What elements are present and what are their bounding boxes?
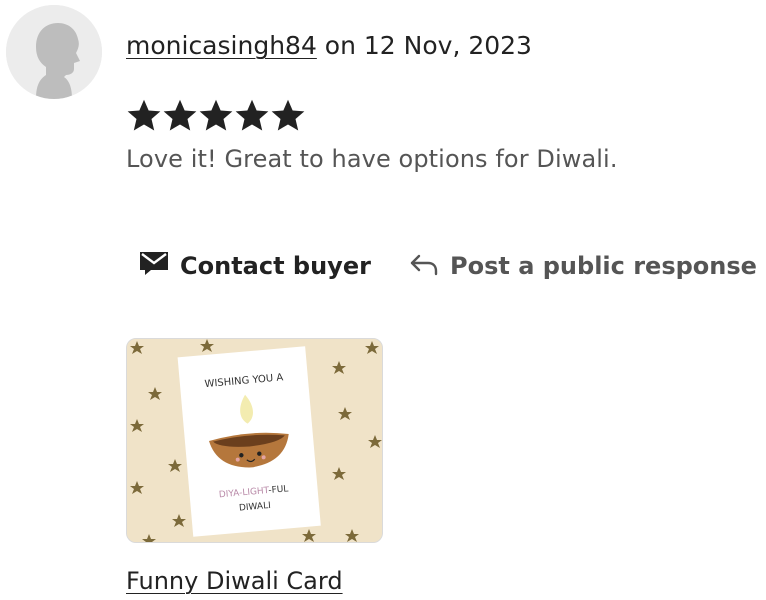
star-icon — [163, 99, 197, 131]
listing-title-link[interactable]: Funny Diwali Card — [126, 565, 343, 597]
review-date: on 12 Nov, 2023 — [316, 31, 532, 60]
star-icon — [235, 99, 269, 131]
reply-arrow-icon — [408, 249, 440, 283]
contact-buyer-label: Contact buyer — [180, 252, 371, 280]
post-public-response-label: Post a public response — [450, 252, 757, 280]
envelope-icon — [138, 249, 170, 283]
diwali-card-image: WISHING YOU A DIYA-LIGHT-FUL DIWALI — [127, 339, 382, 542]
post-public-response-button[interactable]: Post a public response — [408, 246, 757, 286]
reviewer-avatar[interactable] — [6, 5, 102, 99]
review-actions: Contact buyer Post a public response — [138, 246, 757, 286]
card-text-line2c: -FUL — [268, 484, 289, 496]
star-icon — [199, 99, 233, 131]
star-rating — [126, 96, 306, 136]
listing-thumbnail[interactable]: WISHING YOU A DIYA-LIGHT-FUL DIWALI — [126, 338, 383, 543]
review-card: monicasingh84 on 12 Nov, 2023 Love it! G… — [0, 0, 766, 600]
star-icon — [127, 99, 161, 131]
star-icon — [271, 99, 305, 131]
contact-buyer-button[interactable]: Contact buyer — [138, 246, 371, 286]
review-meta: monicasingh84 on 12 Nov, 2023 — [126, 29, 532, 63]
review-text: Love it! Great to have options for Diwal… — [126, 145, 618, 173]
user-silhouette-icon — [6, 5, 102, 99]
card-text-line2a: DIYA- — [218, 488, 242, 500]
reviewer-username-link[interactable]: monicasingh84 — [126, 31, 317, 60]
